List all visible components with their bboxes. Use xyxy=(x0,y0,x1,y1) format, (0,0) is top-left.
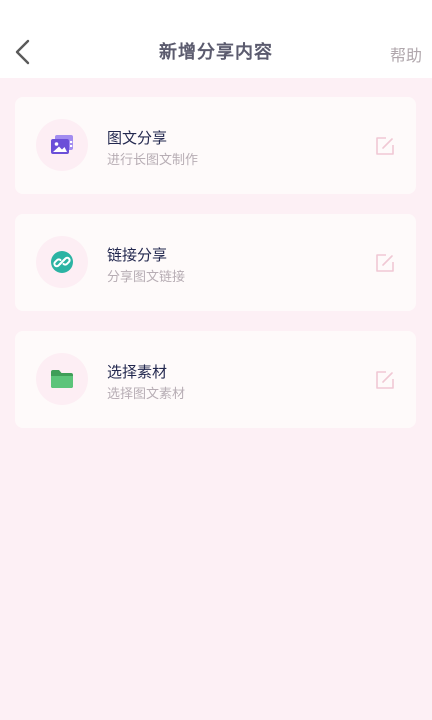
help-link[interactable]: 帮助 xyxy=(390,42,422,66)
image-gallery-icon xyxy=(51,135,73,154)
card-subtitle: 分享图文链接 xyxy=(107,270,186,285)
header-bar: 新增分享内容 帮助 xyxy=(0,0,432,78)
edit-icon xyxy=(376,254,394,272)
card-select-material[interactable]: 选择素材 选择图文素材 xyxy=(15,331,416,428)
card-subtitle: 进行长图文制作 xyxy=(107,153,199,168)
card-title: 图文分享 xyxy=(107,129,168,147)
card-icon-container xyxy=(36,353,88,405)
card-title: 链接分享 xyxy=(107,246,168,264)
link-icon xyxy=(51,251,73,273)
card-link-share[interactable]: 链接分享 分享图文链接 xyxy=(15,214,416,311)
card-icon-container xyxy=(36,236,88,288)
edit-icon xyxy=(376,137,394,155)
card-title: 选择素材 xyxy=(107,363,168,381)
edit-icon xyxy=(376,371,394,389)
edit-button[interactable] xyxy=(374,252,396,274)
card-image-text-share[interactable]: 图文分享 进行长图文制作 xyxy=(15,97,416,194)
folder-icon xyxy=(51,370,73,388)
edit-button[interactable] xyxy=(374,135,396,157)
card-subtitle: 选择图文素材 xyxy=(107,387,186,402)
edit-button[interactable] xyxy=(374,369,396,391)
page-title: 新增分享内容 xyxy=(159,42,273,63)
card-icon-container xyxy=(36,119,88,171)
